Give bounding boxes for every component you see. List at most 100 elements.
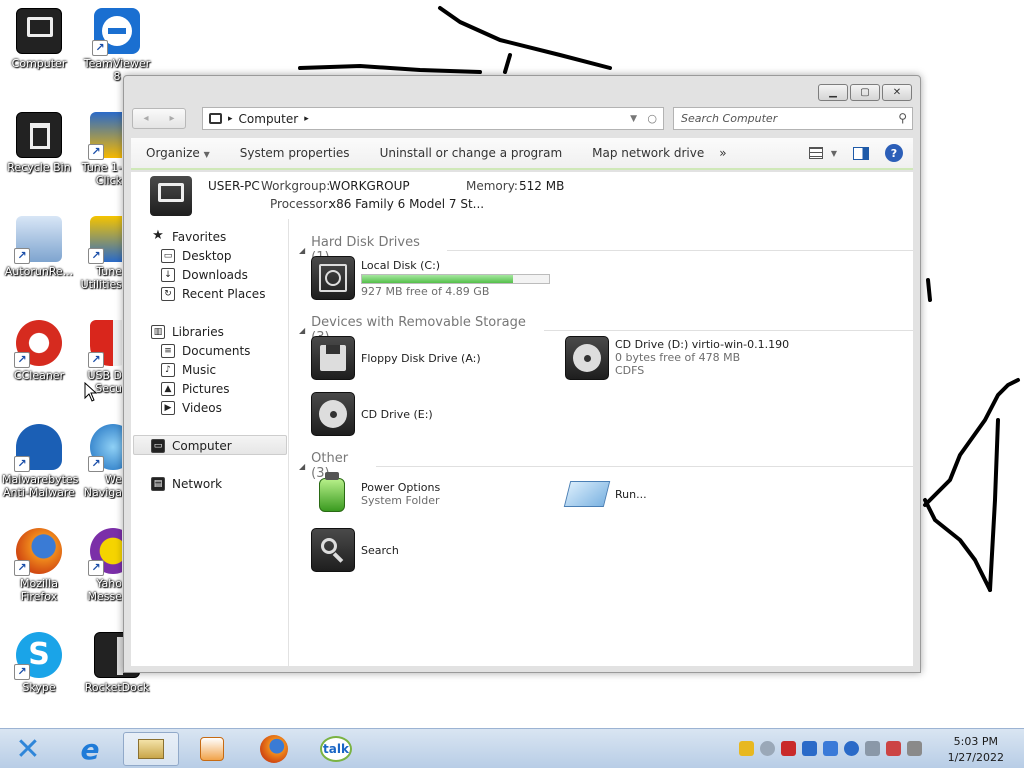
sidebar-item-pictures[interactable]: ▲ Pictures: [161, 382, 230, 396]
desktop-icon-firefox[interactable]: ↗ Mozilla Firefox: [2, 528, 76, 603]
breadcrumb-computer[interactable]: Computer: [239, 112, 299, 126]
sidebar-item-downloads[interactable]: ↓ Downloads: [161, 268, 248, 282]
taskbar-media-player[interactable]: [184, 732, 240, 766]
minimize-button[interactable]: ▁: [818, 84, 848, 101]
desktop-icon-autorun[interactable]: ↗ AutorunRe...: [2, 216, 76, 278]
star-icon: ★: [151, 228, 165, 244]
search-placeholder: Search Computer: [681, 112, 778, 125]
desktop-icon-malwarebytes[interactable]: ↗ Malwarebytes Anti-Malware: [2, 424, 78, 499]
desktop-icon-computer[interactable]: Computer: [2, 8, 76, 70]
start-icon: ✕: [15, 731, 41, 767]
back-button[interactable]: ◂: [133, 109, 159, 128]
desktop-icon-tuneup-utilities[interactable]: ↗ Tune Utilities: [72, 216, 122, 291]
drive-cd-e[interactable]: CD Drive (E:): [311, 392, 433, 436]
sidebar-item-computer[interactable]: ▭ Computer: [151, 439, 232, 453]
search-input[interactable]: Search Computer ⚲: [673, 107, 913, 130]
item-run[interactable]: Run...: [563, 472, 647, 516]
breadcrumb-arrow-icon[interactable]: ▸: [304, 114, 309, 124]
uninstall-program-button[interactable]: Uninstall or change a program: [365, 146, 578, 160]
tray-action-center-icon[interactable]: [886, 741, 901, 756]
desktop-icon-web-navigator[interactable]: ↗ We Naviga: [72, 424, 122, 499]
tray-security-icon[interactable]: [781, 741, 796, 756]
tray-info-icon[interactable]: [844, 741, 859, 756]
usb-security-icon: ↗: [88, 320, 122, 368]
forward-button[interactable]: ▸: [159, 109, 185, 128]
system-properties-button[interactable]: System properties: [225, 146, 365, 160]
teamviewer-icon: ↗: [92, 8, 140, 56]
clock[interactable]: 5:03 PM 1/27/2022: [948, 734, 1004, 766]
tray-display-icon[interactable]: [865, 741, 880, 756]
breadcrumb-arrow-icon[interactable]: ▸: [228, 114, 233, 124]
shortcut-arrow-icon: ↗: [88, 352, 104, 368]
more-commands-button[interactable]: »: [719, 146, 741, 160]
close-button[interactable]: ✕: [882, 84, 912, 101]
change-view-button[interactable]: ▼: [808, 147, 837, 159]
tray-chat-icon[interactable]: [760, 741, 775, 756]
drive-name: CD Drive (D:) virtio-win-0.1.190: [615, 338, 790, 351]
tray-app-icon[interactable]: [802, 741, 817, 756]
maximize-icon: ▢: [860, 87, 870, 98]
desktop-icon-label: Tune Utilities: [80, 265, 122, 291]
refresh-icon[interactable]: ○: [647, 112, 657, 125]
map-network-drive-button[interactable]: Map network drive: [577, 146, 719, 160]
desktop-icon-skype[interactable]: S ↗ Skype: [2, 632, 76, 694]
drive-floppy-a[interactable]: Floppy Disk Drive (A:): [311, 336, 481, 380]
drive-free-space: 927 MB free of 4.89 GB: [361, 285, 490, 298]
address-dropdown-icon[interactable]: ▼: [630, 114, 637, 124]
start-button[interactable]: ✕: [0, 731, 56, 767]
hard-drive-icon: [311, 256, 355, 300]
search-icon: [311, 528, 355, 572]
taskbar-firefox[interactable]: [246, 732, 302, 766]
search-icon[interactable]: ⚲: [898, 111, 907, 125]
desktop-icon-recycle-bin[interactable]: Recycle Bin: [2, 112, 76, 174]
organize-label: Organize: [146, 146, 200, 160]
maximize-button[interactable]: ▢: [850, 84, 880, 101]
sidebar-item-libraries[interactable]: ▥ Libraries: [151, 325, 224, 339]
drive-cd-d[interactable]: CD Drive (D:) virtio-win-0.1.190 0 bytes…: [565, 336, 789, 380]
taskbar-internet-explorer[interactable]: e: [62, 732, 118, 766]
sidebar-item-recent-places[interactable]: ↻ Recent Places: [161, 287, 265, 301]
item-power-options[interactable]: Power Options System Folder: [311, 472, 440, 516]
sidebar-item-network[interactable]: ▤ Network: [151, 477, 222, 491]
group-divider: [544, 329, 913, 331]
web-navigator-icon: ↗: [88, 424, 122, 472]
item-subtitle: System Folder: [361, 494, 440, 507]
firefox-icon: ↗: [14, 528, 62, 576]
window-controls: ▁ ▢ ✕: [818, 84, 912, 101]
sidebar-item-label: Videos: [182, 401, 222, 415]
drive-local-disk-c[interactable]: Local Disk (C:) 927 MB free of 4.89 GB: [311, 256, 550, 300]
desktop-icon-label: Mozilla Firefox: [20, 577, 58, 603]
computer-details: USER-PC Workgroup: WORKGROUP Memory: 512…: [131, 172, 913, 219]
tray-app-icon[interactable]: [739, 741, 754, 756]
sidebar-item-music[interactable]: ♪ Music: [161, 363, 216, 377]
tray-network-icon[interactable]: [823, 741, 838, 756]
help-button[interactable]: ?: [885, 144, 903, 162]
preview-pane-button[interactable]: [853, 146, 869, 160]
explorer-window[interactable]: ▁ ▢ ✕ ◂ ▸ ▸ Computer ▸ ▼ ○ Search Comput…: [123, 75, 921, 673]
desktop-icon-yahoo-messenger[interactable]: ↗ Yaho Messe: [72, 528, 122, 603]
sidebar-item-desktop[interactable]: ▭ Desktop: [161, 249, 232, 263]
taskbar-explorer[interactable]: [123, 732, 179, 766]
address-bar[interactable]: ▸ Computer ▸ ▼ ○: [202, 107, 664, 130]
pictures-icon: ▲: [161, 382, 175, 396]
desktop-icon-teamviewer[interactable]: ↗ TeamViewer 8: [80, 8, 154, 83]
sidebar-item-documents[interactable]: ≡ Documents: [161, 344, 250, 358]
taskbar-google-talk[interactable]: talk: [308, 732, 364, 766]
volume-muted-icon[interactable]: [907, 741, 922, 756]
navigation-pane: ★ Favorites ▭ Desktop ↓ Downloads ↻ Rece…: [131, 219, 289, 666]
drive-name: Floppy Disk Drive (A:): [361, 351, 481, 365]
power-options-icon: [311, 472, 355, 516]
cd-drive-icon: [565, 336, 609, 380]
desktop-icon-tuneup[interactable]: ↗ Tune 1-Click: [72, 112, 122, 187]
sidebar-item-videos[interactable]: ▶ Videos: [161, 401, 222, 415]
floppy-disk-icon: [311, 336, 355, 380]
desktop-icon-label: Recycle Bin: [7, 161, 71, 174]
sidebar-item-favorites[interactable]: ★ Favorites: [151, 228, 226, 244]
folder-icon: [138, 739, 164, 759]
shortcut-arrow-icon: ↗: [14, 456, 30, 472]
sidebar-item-label: Network: [172, 477, 223, 491]
organize-button[interactable]: Organize ▼: [131, 146, 225, 160]
malwarebytes-icon: ↗: [14, 424, 62, 472]
item-search[interactable]: Search: [311, 528, 399, 572]
desktop-icon-ccleaner[interactable]: ↗ CCleaner: [2, 320, 76, 382]
